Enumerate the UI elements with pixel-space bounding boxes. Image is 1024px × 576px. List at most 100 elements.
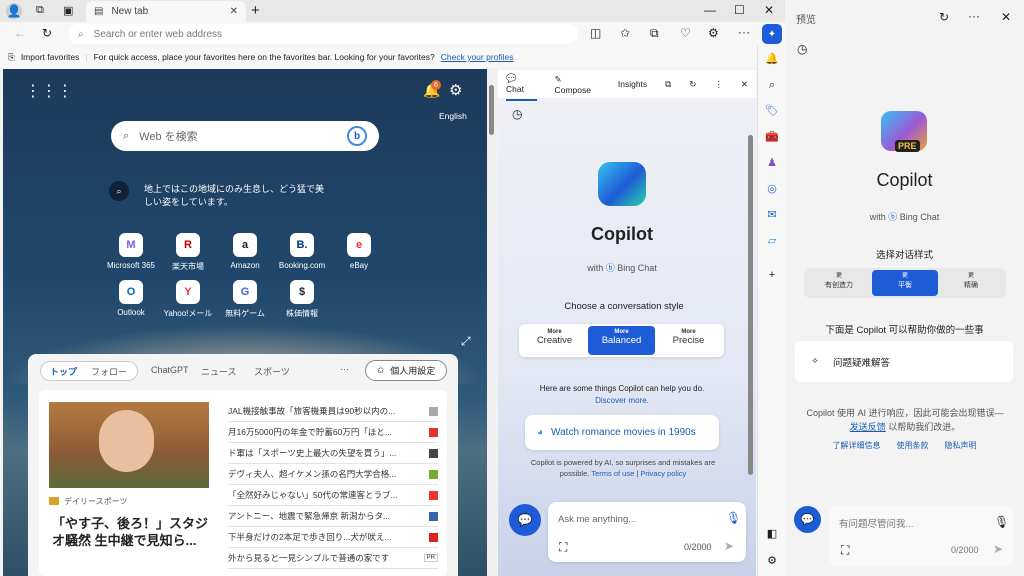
language-button[interactable]: English (439, 111, 467, 121)
style-creative[interactable]: 更有创造力 (806, 270, 872, 296)
sidebar-settings-icon[interactable]: ⚙ (758, 548, 786, 574)
news-item[interactable]: 「全然好みじゃない」50代の常連客とラブ... (228, 485, 438, 506)
microphone-icon[interactable]: 🎙 (994, 515, 1009, 529)
minimize-button[interactable]: — (704, 3, 716, 17)
copilot-scrollbar[interactable] (748, 135, 753, 475)
learn-more-link[interactable]: 了解详细信息 (833, 440, 881, 451)
profile-icon[interactable]: 👤 (6, 3, 22, 19)
send-icon[interactable]: ➤ (724, 539, 734, 553)
collections-icon[interactable]: ⧉ (650, 26, 659, 41)
import-favorites-button[interactable]: Import favorites (21, 52, 80, 62)
address-bar[interactable]: ⌕ Search or enter web address (68, 24, 578, 44)
vertical-tabs-icon[interactable]: ▣ (63, 4, 73, 17)
feed-tab-sports[interactable]: スポーツ (254, 365, 290, 378)
back-button[interactable]: ← (14, 26, 26, 40)
chat-input-placeholder: Ask me anything... (558, 514, 637, 525)
close-tab-icon[interactable]: ✕ (230, 6, 238, 17)
page-scrollbar[interactable] (487, 69, 497, 576)
feed-tab-news[interactable]: ニュース (201, 365, 237, 378)
games-icon[interactable]: ♟ (758, 150, 786, 176)
more-options-icon[interactable]: ··· (968, 9, 980, 23)
visual-search-icon[interactable]: ⛶ (559, 540, 567, 555)
new-topic-button[interactable]: 💬 (509, 504, 541, 536)
add-icon[interactable]: + (758, 262, 786, 288)
new-tab-page: ⋮⋮⋮ 🔔 6 ⚙ English ⌕ Web を検索 b ⌕ 地上ではこの地域にの… (3, 69, 487, 576)
open-in-new-icon[interactable]: ⧉ (665, 79, 671, 90)
quick-link-tile[interactable]: e eBay (324, 233, 394, 270)
tab-compose[interactable]: ✎ Compose (555, 74, 600, 95)
copilot-button[interactable]: ✦ (762, 24, 782, 44)
workspaces-icon[interactable]: ⧉ (36, 4, 44, 17)
news-item[interactable]: デヴィ夫人、超イケメン孫の名門大学合格... (228, 464, 438, 485)
tab-chat[interactable]: 💬 Chat (506, 68, 537, 101)
check-profiles-link[interactable]: Check your profiles (441, 52, 514, 62)
chat-input[interactable]: 有问题尽管问我... 🎙 ⛶ 0/2000 ➤ (829, 506, 1013, 566)
expand-icon[interactable]: ⤢ (461, 334, 471, 349)
terms-link[interactable]: Terms of use (591, 469, 634, 478)
hide-sidebar-icon[interactable]: ◧ (758, 521, 786, 547)
send-icon[interactable]: ➤ (993, 542, 1003, 556)
microsoft365-icon[interactable]: ◎ (758, 176, 786, 202)
visual-search-icon[interactable]: ⛶ (841, 543, 849, 558)
refresh-icon[interactable]: ↻ (689, 79, 696, 90)
feed-tab-chatgpt[interactable]: ChatGPT (151, 365, 189, 375)
personalize-button[interactable]: ✩ 個人用設定 (365, 360, 447, 381)
search-icon[interactable]: ⌕ (758, 72, 786, 98)
feedback-link[interactable]: 发送反馈 (850, 422, 886, 432)
news-item[interactable]: ド軍は「スポーツ史上最大の失望を買う」... (228, 443, 438, 464)
style-precise[interactable]: More Precise (655, 326, 722, 355)
tab-insights[interactable]: Insights (618, 79, 647, 89)
style-balanced[interactable]: 更平衡 (872, 270, 938, 296)
drop-icon[interactable]: ▱ (758, 228, 786, 254)
style-balanced[interactable]: More Balanced (588, 326, 655, 355)
image-info-icon[interactable]: ⌕ (109, 181, 129, 201)
privacy-link[interactable]: Privacy policy (640, 469, 686, 478)
hero-title[interactable]: 「やす子、後ろ！」スタジオ騒然 生中継で見知ら... (52, 516, 217, 550)
quick-link-tile[interactable]: $ 株価情報 (267, 280, 337, 319)
terms-link[interactable]: 使用条款 (897, 440, 929, 451)
browser-essentials-icon[interactable]: ♡ (680, 26, 691, 40)
tools-icon[interactable]: 🧰 (758, 124, 786, 150)
feed-tab-follow[interactable]: フォロー (91, 365, 127, 378)
tab-new-tab[interactable]: ▤ New tab ✕ (86, 1, 246, 22)
hero-image[interactable] (49, 402, 209, 488)
maximize-button[interactable]: ☐ (734, 3, 745, 17)
extensions-icon[interactable]: ⚙ (708, 26, 719, 40)
shopping-icon[interactable]: 🏷 (758, 98, 786, 124)
microphone-icon[interactable]: 🎙 (726, 511, 741, 525)
history-icon[interactable]: ◷ (512, 107, 522, 121)
feed-more-button[interactable]: ··· (340, 364, 349, 374)
news-item[interactable]: 月16万5000円の年金で貯蓄60万円「ほと... (228, 422, 438, 443)
close-window-button[interactable]: ✕ (764, 3, 774, 17)
style-precise[interactable]: 更精确 (938, 270, 1004, 296)
style-creative[interactable]: More Creative (521, 326, 588, 355)
split-screen-icon[interactable]: ◫ (590, 26, 601, 40)
refresh-icon[interactable]: ↻ (939, 10, 949, 24)
web-search-box[interactable]: ⌕ Web を検索 b (111, 121, 379, 151)
new-topic-button[interactable]: 💬 (794, 506, 821, 533)
new-tab-button[interactable]: + (251, 2, 260, 19)
privacy-link[interactable]: 隐私声明 (945, 440, 977, 451)
settings-more-icon[interactable]: ··· (738, 25, 750, 39)
favorites-icon[interactable]: ✩ (620, 26, 630, 40)
more-options-icon[interactable]: ⋮ (714, 79, 723, 90)
bing-chat-icon[interactable]: b (347, 126, 367, 146)
discover-more-link[interactable]: Discover more. (498, 396, 746, 405)
settings-gear-icon[interactable]: ⚙ (449, 81, 462, 99)
outlook-icon[interactable]: ✉ (758, 202, 786, 228)
close-icon[interactable]: ✕ (741, 79, 748, 90)
history-icon[interactable]: ◷ (797, 42, 807, 56)
chat-input[interactable]: Ask me anything... 🎙 ⛶ 0/2000 ➤ (548, 502, 746, 562)
suggestion-chip[interactable]: ✧ 问题疑难解答 (795, 341, 1013, 382)
news-item[interactable]: 下半身だけの2本足で歩き回り...犬が吠え... (228, 527, 438, 548)
notifications-icon[interactable]: 🔔 (758, 46, 786, 72)
feed-tab-top[interactable]: トップ (50, 365, 77, 378)
apps-grid-icon[interactable]: ⋮⋮⋮ (25, 81, 73, 101)
notification-badge: 6 (431, 80, 441, 90)
suggestion-chip[interactable]: ◕ Watch romance movies in 1990s (525, 415, 719, 450)
news-item[interactable]: 外から見ると一見シンプルで普通の家です PR (228, 548, 438, 569)
news-item[interactable]: アントニー、地震で緊急帰京 新潟からタ... (228, 506, 438, 527)
news-item[interactable]: JAL機接触事故「旅客機乗員は90秒以内の... (228, 401, 438, 422)
close-icon[interactable]: ✕ (1001, 10, 1011, 24)
refresh-button[interactable]: ↻ (42, 26, 52, 40)
